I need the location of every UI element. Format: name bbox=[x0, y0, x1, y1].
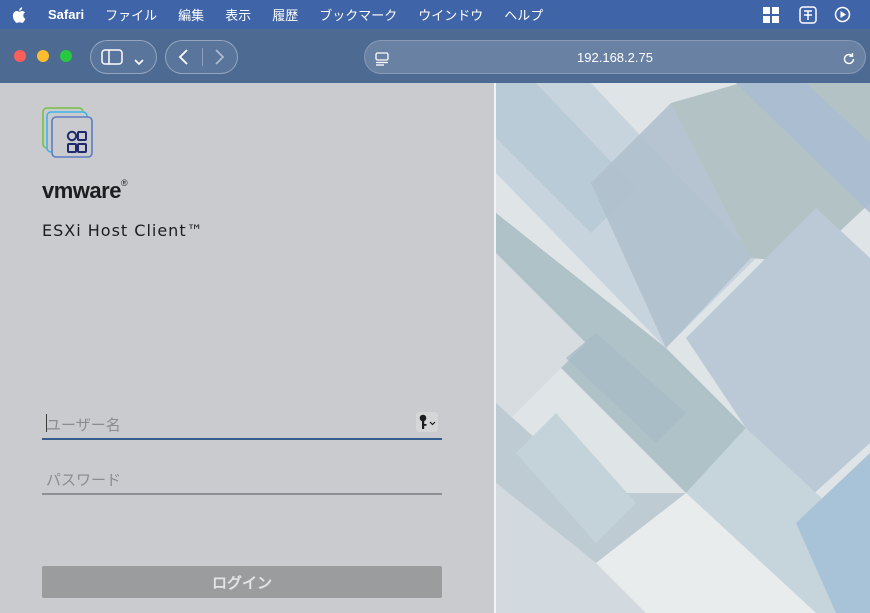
media-play-icon[interactable] bbox=[834, 0, 851, 29]
password-key-icon[interactable] bbox=[416, 412, 438, 432]
address-bar[interactable]: 192.168.2.75 bbox=[364, 40, 866, 74]
username-placeholder: ユーザー名 bbox=[46, 416, 121, 434]
vmware-apps-logo-icon bbox=[42, 107, 94, 163]
menu-help[interactable]: ヘルプ bbox=[504, 5, 543, 24]
menu-safari[interactable]: Safari bbox=[48, 7, 84, 22]
password-placeholder: パスワード bbox=[46, 471, 122, 489]
vmware-wordmark: vmware® bbox=[42, 178, 128, 203]
login-panel: vmware® ESXi Host Client™ ユーザー名 パスワード ログ… bbox=[0, 83, 496, 613]
username-field[interactable]: ユーザー名 bbox=[42, 406, 442, 440]
menu-file[interactable]: ファイル bbox=[105, 5, 157, 24]
product-title: ESXi Host Client™ bbox=[42, 221, 204, 240]
back-icon[interactable] bbox=[177, 48, 191, 70]
menu-bar: Safari ファイル 編集 表示 履歴 ブックマーク ウインドウ ヘルプ bbox=[0, 0, 870, 29]
apple-menu-icon[interactable] bbox=[12, 6, 34, 23]
window-grid-icon[interactable] bbox=[762, 0, 780, 29]
text-input-icon[interactable] bbox=[799, 0, 817, 29]
reload-icon[interactable] bbox=[842, 51, 856, 70]
url-text: 192.168.2.75 bbox=[577, 50, 653, 65]
chevron-down-icon bbox=[133, 52, 145, 71]
navigation-buttons bbox=[165, 40, 238, 74]
zoom-window-button[interactable] bbox=[60, 50, 72, 62]
decorative-background bbox=[496, 83, 870, 613]
sidebar-icon bbox=[101, 49, 123, 69]
password-field[interactable]: パスワード bbox=[42, 461, 442, 495]
menu-history[interactable]: 履歴 bbox=[272, 5, 298, 24]
menu-bookmarks[interactable]: ブックマーク bbox=[319, 5, 397, 24]
menu-edit[interactable]: 編集 bbox=[178, 5, 204, 24]
menu-view[interactable]: 表示 bbox=[225, 5, 251, 24]
sidebar-toggle-button[interactable] bbox=[90, 40, 157, 74]
login-button[interactable]: ログイン bbox=[42, 566, 442, 598]
forward-icon[interactable] bbox=[212, 48, 226, 70]
menu-window[interactable]: ウインドウ bbox=[418, 5, 483, 24]
close-window-button[interactable] bbox=[14, 50, 26, 62]
minimize-window-button[interactable] bbox=[37, 50, 49, 62]
